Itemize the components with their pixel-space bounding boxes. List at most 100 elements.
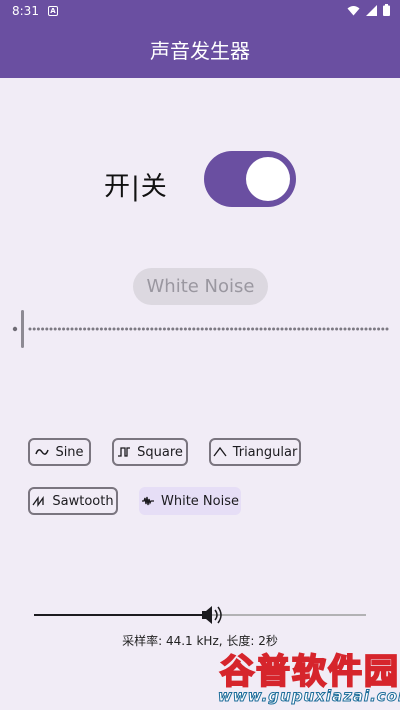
waveform-dot — [74, 327, 78, 331]
waveform-dot — [70, 327, 74, 331]
waveform-dot — [343, 327, 347, 331]
waveform-dot — [335, 327, 339, 331]
chip-white-noise[interactable]: White Noise — [139, 487, 241, 515]
waveform-dot — [330, 327, 334, 331]
waveform-dot — [112, 327, 116, 331]
waveform-dot — [225, 327, 229, 331]
waveform-dot — [322, 327, 326, 331]
waveform-dot — [175, 327, 179, 331]
chip-triangular[interactable]: Triangular — [209, 438, 301, 466]
waveform-dot — [108, 327, 112, 331]
status-time: 8:31 — [12, 4, 39, 18]
waveform-dot — [129, 327, 133, 331]
waveform-dot — [234, 327, 238, 331]
waveform-dot — [221, 327, 225, 331]
waveform-dot — [356, 327, 360, 331]
waveform-dot — [267, 327, 271, 331]
waveform-dot — [158, 327, 162, 331]
waveform-dot — [41, 327, 45, 331]
waveform-dot — [246, 327, 250, 331]
power-toggle-label: 开|关 — [104, 172, 168, 202]
waveform-dot — [364, 327, 368, 331]
waveform-dot — [192, 327, 196, 331]
waveform-dot — [62, 327, 66, 331]
waveform-dot — [141, 327, 145, 331]
waveform-display[interactable] — [12, 308, 392, 350]
waveform-dot — [167, 327, 171, 331]
waveform-dot — [116, 327, 120, 331]
waveform-dot — [318, 327, 322, 331]
chip-sine[interactable]: Sine — [28, 438, 91, 466]
waveform-dot — [372, 327, 376, 331]
waveform-dot — [276, 327, 280, 331]
waveform-dot — [36, 327, 40, 331]
app-bar: 声音发生器 — [0, 24, 400, 78]
waveform-dot — [377, 327, 381, 331]
sine-wave-icon — [35, 449, 50, 455]
waveform-dot — [183, 327, 187, 331]
waveform-dot — [45, 327, 49, 331]
waveform-dot — [301, 327, 305, 331]
waveform-dot — [251, 327, 255, 331]
current-waveform-chip: White Noise — [133, 268, 268, 305]
chip-label: White Noise — [161, 493, 239, 509]
waveform-dot — [259, 327, 263, 331]
waveform-dot — [309, 327, 313, 331]
waveform-dot — [217, 327, 221, 331]
volume-slider[interactable] — [34, 602, 366, 628]
app-title: 声音发生器 — [150, 39, 250, 63]
waveform-dot — [91, 327, 95, 331]
playhead[interactable] — [21, 310, 24, 348]
chip-label: Sawtooth — [52, 493, 114, 509]
wifi-icon — [347, 5, 360, 15]
waveform-dot — [162, 327, 166, 331]
chip-square[interactable]: Square — [112, 438, 188, 466]
waveform-dot — [95, 327, 99, 331]
waveform-dot — [381, 327, 385, 331]
waveform-dot — [213, 327, 217, 331]
waveform-dot — [351, 327, 355, 331]
waveform-dot — [146, 327, 150, 331]
power-toggle[interactable] — [204, 151, 296, 207]
waveform-dot — [171, 327, 175, 331]
waveform-dot — [150, 327, 154, 331]
waveform-dot — [120, 327, 124, 331]
waveform-dot — [209, 327, 213, 331]
waveform-dot — [53, 327, 57, 331]
waveform-dot — [133, 327, 137, 331]
waveform-dot — [230, 327, 234, 331]
waveform-dot — [125, 327, 129, 331]
waveform-dot — [57, 327, 61, 331]
waveform-dot — [32, 327, 36, 331]
chip-sawtooth[interactable]: Sawtooth — [28, 487, 118, 515]
noise-wave-icon — [142, 496, 154, 506]
waveform-dot — [297, 327, 301, 331]
waveform-dot — [28, 327, 32, 331]
toggle-thumb — [246, 157, 290, 201]
status-icons — [347, 4, 390, 16]
waveform-start-dot — [12, 326, 18, 332]
waveform-dot — [196, 327, 200, 331]
chip-label: Triangular — [232, 444, 298, 460]
signal-icon — [366, 4, 377, 16]
waveform-dot — [179, 327, 183, 331]
waveform-dot — [87, 327, 91, 331]
status-bar: 8:31 A — [0, 0, 400, 24]
waveform-dot — [272, 327, 276, 331]
waveform-dot — [238, 327, 242, 331]
sawtooth-wave-icon — [32, 495, 45, 507]
triangle-wave-icon — [213, 446, 227, 457]
waveform-dot — [154, 327, 158, 331]
waveform-dot — [83, 327, 87, 331]
battery-icon — [383, 4, 390, 16]
waveform-dot — [204, 327, 208, 331]
waveform-dot — [78, 327, 82, 331]
waveform-dot — [49, 327, 53, 331]
watermark: 谷普软件园 www.gupuxiazai.com — [210, 644, 400, 710]
waveform-dot — [326, 327, 330, 331]
waveform-dot — [368, 327, 372, 331]
waveform-dot — [200, 327, 204, 331]
waveform-dot — [263, 327, 267, 331]
waveform-dot — [255, 327, 259, 331]
watermark-title: 谷普软件园 — [219, 651, 400, 693]
